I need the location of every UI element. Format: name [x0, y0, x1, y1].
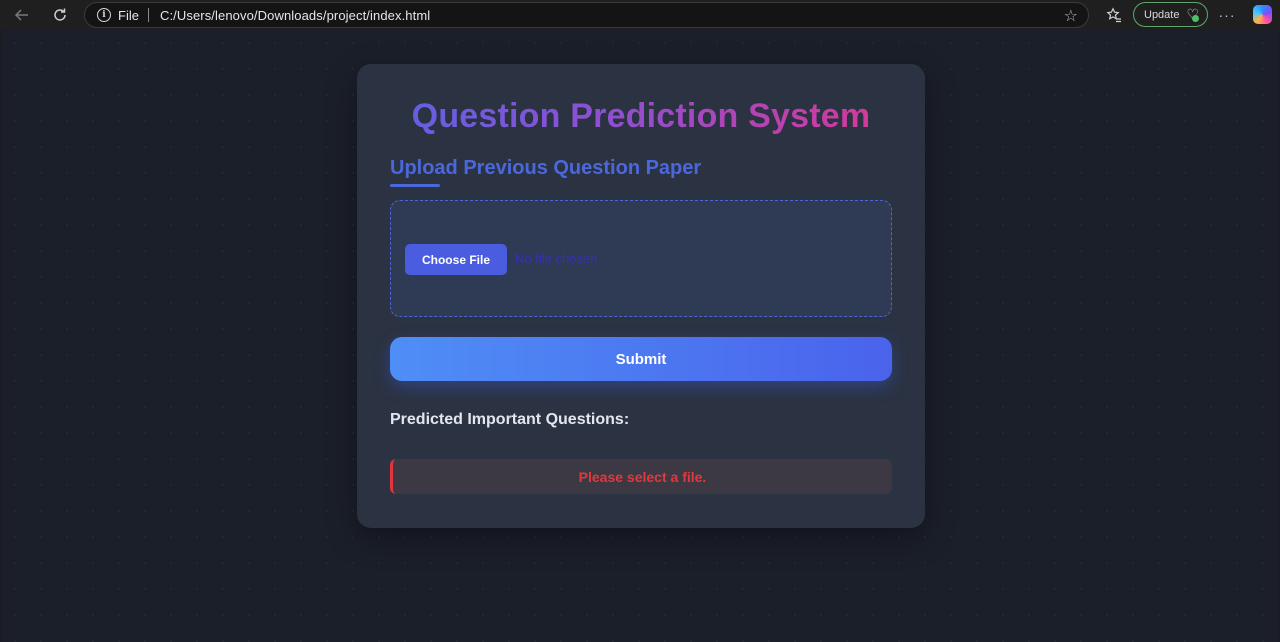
submit-button[interactable]: Submit: [390, 337, 892, 381]
main-card: Question Prediction System Upload Previo…: [357, 64, 925, 528]
error-alert: Please select a file.: [390, 459, 892, 494]
url-text[interactable]: C:/Users/lenovo/Downloads/project/index.…: [160, 8, 430, 23]
update-status-dot: [1192, 15, 1199, 22]
address-bar[interactable]: i File C:/Users/lenovo/Downloads/project…: [84, 2, 1089, 28]
url-scheme-label: File: [118, 7, 139, 23]
results-heading: Predicted Important Questions:: [390, 411, 630, 428]
page-title: Question Prediction System: [357, 97, 925, 136]
browser-toolbar: i File C:/Users/lenovo/Downloads/project…: [0, 0, 1280, 30]
copilot-icon[interactable]: [1253, 5, 1272, 24]
choose-file-button[interactable]: Choose File: [405, 244, 507, 275]
reload-icon[interactable]: [46, 3, 74, 27]
no-file-chosen-text: No file chosen: [515, 251, 598, 266]
update-label: Update: [1144, 8, 1180, 21]
heading-underline: [390, 184, 440, 187]
address-separator: [147, 8, 149, 22]
more-icon[interactable]: ···: [1213, 3, 1241, 27]
page-viewport: Question Prediction System Upload Previo…: [2, 30, 1278, 642]
update-button[interactable]: Update ♡: [1133, 2, 1208, 27]
upload-heading: Upload Previous Question Paper: [390, 157, 702, 179]
back-arrow-icon[interactable]: [8, 3, 36, 27]
favorites-icon[interactable]: [1100, 3, 1128, 27]
star-icon[interactable]: ☆: [1064, 6, 1078, 26]
file-dropzone[interactable]: Choose File No file chosen: [390, 200, 892, 317]
info-icon[interactable]: i: [97, 8, 111, 22]
error-message: Please select a file.: [578, 468, 707, 485]
